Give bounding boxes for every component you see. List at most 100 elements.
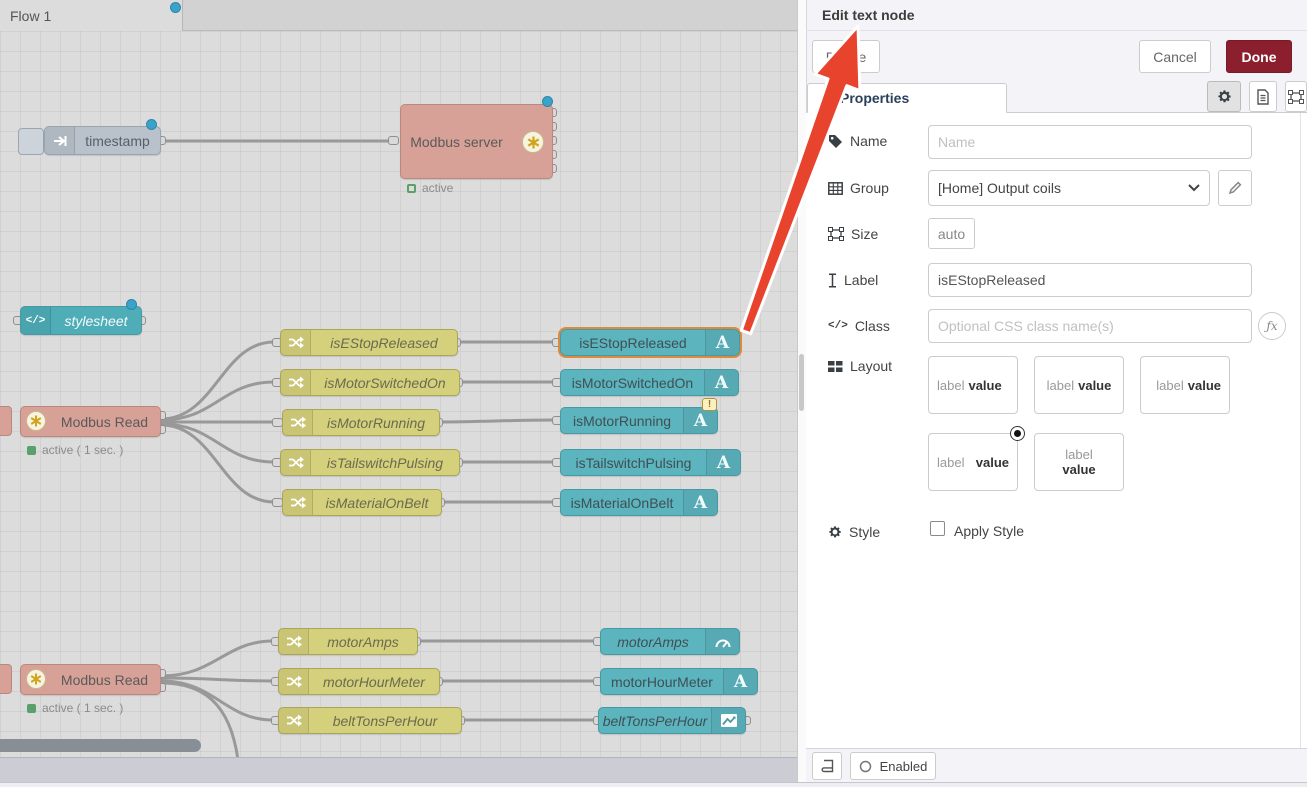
node-text-ismaterialonbelt[interactable]: isMaterialOnBelt A bbox=[560, 489, 718, 516]
book-icon bbox=[820, 759, 834, 773]
node-label: motorAmps bbox=[309, 629, 417, 654]
layout-squares-icon bbox=[828, 360, 843, 373]
toggle-circle-icon bbox=[859, 760, 872, 773]
node-changed-icon bbox=[126, 299, 137, 310]
delete-button[interactable]: Delete bbox=[812, 40, 880, 73]
node-label: motorHourMeter bbox=[601, 669, 723, 694]
node-gauge-motoramps[interactable]: motorAmps bbox=[600, 628, 740, 655]
enabled-toggle-button[interactable]: Enabled bbox=[850, 752, 936, 780]
properties-form bbox=[806, 113, 1307, 748]
inject-trigger-button[interactable] bbox=[18, 128, 44, 155]
node-timestamp[interactable]: timestamp bbox=[44, 126, 161, 155]
label-input[interactable] bbox=[928, 263, 1252, 297]
node-chart-belttonsperhour[interactable]: beltTonsPerHour bbox=[598, 707, 746, 734]
size-auto-button[interactable]: auto bbox=[928, 218, 975, 249]
done-button[interactable]: Done bbox=[1226, 40, 1292, 73]
status-text: active bbox=[422, 181, 453, 195]
node-label: Modbus Read bbox=[49, 407, 160, 436]
layout-option-right[interactable]: label value bbox=[1140, 356, 1230, 414]
node-fn-ismotorrunning[interactable]: isMotorRunning bbox=[282, 409, 440, 436]
node-status: active ( 1 sec. ) bbox=[27, 701, 123, 715]
label-row-label: Label bbox=[828, 272, 878, 288]
node-clipped-left[interactable] bbox=[0, 664, 12, 694]
node-stylesheet[interactable]: </> stylesheet bbox=[20, 306, 142, 335]
node-text-motorhourmeter[interactable]: motorHourMeter A bbox=[600, 668, 758, 695]
class-expression-button[interactable]: ƒx bbox=[1258, 312, 1286, 340]
node-fn-istailswitchpulsing[interactable]: isTailswitchPulsing bbox=[280, 449, 460, 476]
tab-properties-label: Properties bbox=[840, 90, 909, 106]
library-button[interactable] bbox=[812, 752, 842, 780]
size-row-label: Size bbox=[828, 226, 878, 242]
text-a-icon: A bbox=[705, 330, 739, 355]
node-label: isMotorRunning bbox=[561, 408, 683, 433]
status-text: active ( 1 sec. ) bbox=[42, 443, 123, 457]
node-description-button[interactable] bbox=[1249, 81, 1277, 112]
layout-option-spread[interactable]: label value bbox=[928, 433, 1018, 491]
class-input[interactable] bbox=[928, 309, 1252, 343]
cancel-button[interactable]: Cancel bbox=[1139, 40, 1211, 73]
node-fn-ismaterialonbelt[interactable]: isMaterialOnBelt bbox=[282, 489, 442, 516]
apply-style-checkbox[interactable] bbox=[930, 521, 945, 536]
node-appearance-button[interactable] bbox=[1285, 81, 1307, 112]
layout-option-center[interactable]: label value bbox=[1034, 356, 1124, 414]
node-label: isEStopReleased bbox=[561, 330, 705, 355]
gauge-icon bbox=[705, 629, 739, 654]
tab-properties[interactable]: Properties bbox=[807, 83, 1007, 113]
node-fn-belttonsperhour[interactable]: beltTonsPerHour bbox=[278, 707, 462, 734]
node-modbus-server[interactable]: Modbus server bbox=[400, 104, 553, 179]
node-clipped-left[interactable] bbox=[0, 406, 12, 436]
change-icon bbox=[283, 410, 313, 435]
node-fn-ismotorswitchedon[interactable]: isMotorSwitchedOn bbox=[280, 369, 460, 396]
node-label: stylesheet bbox=[51, 307, 141, 334]
warning-badge: ! bbox=[702, 398, 717, 411]
horizontal-scrollbar[interactable] bbox=[0, 739, 201, 752]
group-select[interactable]: [Home] Output coils bbox=[928, 170, 1210, 206]
node-fn-isestopreleased[interactable]: isEStopReleased bbox=[280, 329, 458, 356]
node-label: beltTonsPerHour bbox=[599, 708, 711, 733]
node-changed-icon bbox=[542, 96, 553, 107]
node-label: isTailswitchPulsing bbox=[311, 450, 459, 475]
node-label: isTailswitchPulsing bbox=[561, 450, 706, 475]
layout-option-stacked[interactable]: label value bbox=[1034, 433, 1124, 491]
flow-changed-indicator-icon bbox=[170, 2, 181, 13]
node-label: isMaterialOnBelt bbox=[313, 490, 441, 515]
form-scrollbar-track[interactable] bbox=[1300, 113, 1301, 748]
change-icon bbox=[279, 708, 309, 733]
node-modbus-read-1[interactable]: Modbus Read bbox=[20, 406, 161, 437]
name-input[interactable] bbox=[928, 125, 1252, 159]
text-a-icon: A bbox=[683, 408, 717, 433]
modbus-icon bbox=[522, 131, 544, 153]
node-text-isestopreleased[interactable]: isEStopReleased A bbox=[560, 329, 740, 356]
node-label: Modbus Read bbox=[49, 665, 160, 694]
ibeam-icon bbox=[828, 273, 837, 288]
change-icon bbox=[283, 490, 313, 515]
node-text-ismotorrunning[interactable]: isMotorRunning A bbox=[560, 407, 718, 434]
tab-flow-1[interactable]: Flow 1 bbox=[0, 0, 183, 31]
change-icon bbox=[281, 330, 311, 355]
node-label: Modbus server bbox=[401, 105, 512, 178]
modbus-icon bbox=[26, 669, 46, 689]
divider bbox=[806, 30, 1307, 31]
node-label: beltTonsPerHour bbox=[309, 708, 461, 733]
text-a-icon: A bbox=[683, 490, 717, 515]
vertical-scrollbar-thumb[interactable] bbox=[799, 354, 804, 411]
node-fn-motoramps[interactable]: motorAmps bbox=[278, 628, 418, 655]
apply-style-label: Apply Style bbox=[954, 523, 1024, 539]
delete-label: Delete bbox=[826, 49, 866, 65]
layout-selected-radio[interactable] bbox=[1010, 426, 1025, 441]
layout-option-left[interactable]: label value bbox=[928, 356, 1018, 414]
node-settings-button[interactable] bbox=[1207, 81, 1241, 112]
node-fn-motorhourmeter[interactable]: motorHourMeter bbox=[278, 668, 440, 695]
node-label: timestamp bbox=[75, 127, 160, 154]
code-icon: </> bbox=[21, 307, 51, 334]
tag-icon bbox=[828, 134, 843, 148]
node-label: isMotorSwitchedOn bbox=[311, 370, 459, 395]
node-text-istailswitchpulsing[interactable]: isTailswitchPulsing A bbox=[560, 449, 741, 476]
port-in-modbus-server[interactable] bbox=[388, 136, 399, 145]
node-text-ismotorswitchedon[interactable]: isMotorSwitchedOn A bbox=[560, 369, 739, 396]
node-modbus-read-2[interactable]: Modbus Read bbox=[20, 664, 161, 695]
node-status: active bbox=[407, 181, 453, 195]
class-row-label: </> Class bbox=[828, 318, 890, 334]
edit-group-button[interactable] bbox=[1218, 170, 1252, 206]
flow-canvas[interactable]: timestamp Modbus server active </> style… bbox=[0, 31, 797, 757]
